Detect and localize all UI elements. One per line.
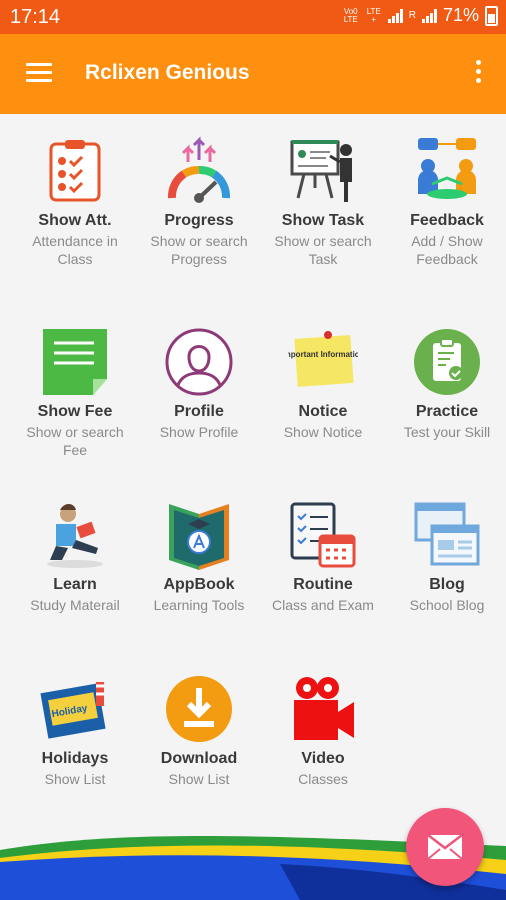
status-time: 17:14 xyxy=(10,6,61,28)
holidays-icon: Holiday xyxy=(40,682,106,739)
tile-title: Practice xyxy=(415,403,479,420)
tile-show-task[interactable]: Show Task Show or search Task xyxy=(261,136,385,268)
tile-notice[interactable]: Important Information Notice Show Notice xyxy=(261,327,385,441)
attendance-icon xyxy=(49,140,101,202)
tile-title: Learn xyxy=(53,576,97,593)
tile-learn[interactable]: Learn Study Materail xyxy=(13,500,137,614)
task-presentation-icon xyxy=(290,140,352,202)
dashboard-grid: Show Att. Attendance in Class Progress S… xyxy=(0,114,506,900)
video-camera-icon xyxy=(294,677,354,740)
status-icons: Vo0 LTE LTE + R 71% xyxy=(342,5,498,26)
routine-calendar-icon xyxy=(290,502,356,568)
tile-routine[interactable]: Routine Class and Exam xyxy=(261,500,385,614)
tile-title: Video xyxy=(301,750,345,767)
tile-title: Show Task xyxy=(281,212,365,229)
battery-icon xyxy=(485,5,498,26)
tile-title: Blog xyxy=(429,576,465,593)
tile-subtitle: Learning Tools xyxy=(153,597,245,613)
hamburger-menu-icon[interactable] xyxy=(26,63,52,83)
tile-subtitle: Show Profile xyxy=(159,424,239,440)
tile-profile[interactable]: Profile Show Profile xyxy=(137,327,261,441)
tile-title: Feedback xyxy=(410,212,484,229)
tile-title: Progress xyxy=(164,212,234,229)
status-bar: 17:14 Vo0 LTE LTE + R 71% xyxy=(0,0,506,34)
tile-title: Download xyxy=(160,750,238,767)
tile-show-fee[interactable]: Show Fee Show or search Fee xyxy=(13,327,137,459)
notice-note-icon: Important Information xyxy=(288,331,358,387)
tile-practice[interactable]: Practice Test your Skill xyxy=(385,327,506,441)
tile-subtitle: Show or search Fee xyxy=(26,424,124,458)
tile-video[interactable]: Video Classes xyxy=(261,674,385,788)
app-bar: Rclixen Genious xyxy=(0,34,506,114)
tile-title: Show Fee xyxy=(37,403,113,420)
tile-title: Holidays xyxy=(41,750,109,767)
tile-subtitle: Test your Skill xyxy=(403,424,491,440)
tile-subtitle: Classes xyxy=(298,771,348,787)
mail-icon xyxy=(427,834,463,860)
roaming-indicator: R xyxy=(408,9,416,21)
tile-subtitle: Show or search Task xyxy=(274,233,372,267)
student-reading-icon xyxy=(47,504,103,568)
tile-subtitle: Show Notice xyxy=(283,424,363,440)
fee-document-icon xyxy=(43,329,107,395)
mail-fab-button[interactable] xyxy=(406,808,484,886)
tile-subtitle: Show or search Progress xyxy=(150,233,248,267)
tile-holidays[interactable]: Holiday Holidays Show List xyxy=(13,674,137,788)
profile-icon xyxy=(165,328,233,396)
tile-feedback[interactable]: Feedback Add / Show Feedback xyxy=(385,136,506,268)
tile-title: AppBook xyxy=(163,576,235,593)
more-options-icon[interactable] xyxy=(474,60,482,88)
tile-subtitle: Attendance in Class xyxy=(32,233,118,267)
tile-appbook[interactable]: AppBook Learning Tools xyxy=(137,500,261,614)
tile-title: Profile xyxy=(174,403,224,420)
tile-download[interactable]: Download Show List xyxy=(137,674,261,788)
network-indicator: Vo0 LTE xyxy=(343,6,358,24)
notice-icon-text: Important Information xyxy=(288,350,358,359)
signal-icon-2 xyxy=(421,8,437,23)
tile-title: Routine xyxy=(293,576,353,593)
tile-subtitle: Class and Exam xyxy=(272,597,374,613)
network-indicator-2: LTE + xyxy=(366,6,381,24)
tile-title: Show Att. xyxy=(38,212,112,229)
app-title: Rclixen Genious xyxy=(85,61,250,84)
tile-subtitle: Add / Show Feedback xyxy=(411,233,483,267)
tile-blog[interactable]: Blog School Blog xyxy=(385,500,506,614)
feedback-people-icon xyxy=(418,138,476,199)
tile-subtitle: Show List xyxy=(168,771,230,787)
tile-title: Notice xyxy=(298,403,348,420)
practice-clipboard-icon xyxy=(414,329,480,395)
progress-gauge-icon xyxy=(167,136,231,203)
tile-show-att[interactable]: Show Att. Attendance in Class xyxy=(13,136,137,268)
tile-subtitle: Study Materail xyxy=(30,597,120,613)
signal-icon xyxy=(387,8,403,23)
battery-percent: 71% xyxy=(442,5,479,25)
tile-progress[interactable]: Progress Show or search Progress xyxy=(137,136,261,268)
appbook-icon xyxy=(169,504,229,570)
download-icon xyxy=(166,676,232,742)
tile-subtitle: School Blog xyxy=(409,597,485,613)
tile-subtitle: Show List xyxy=(44,771,106,787)
blog-windows-icon xyxy=(414,502,480,566)
